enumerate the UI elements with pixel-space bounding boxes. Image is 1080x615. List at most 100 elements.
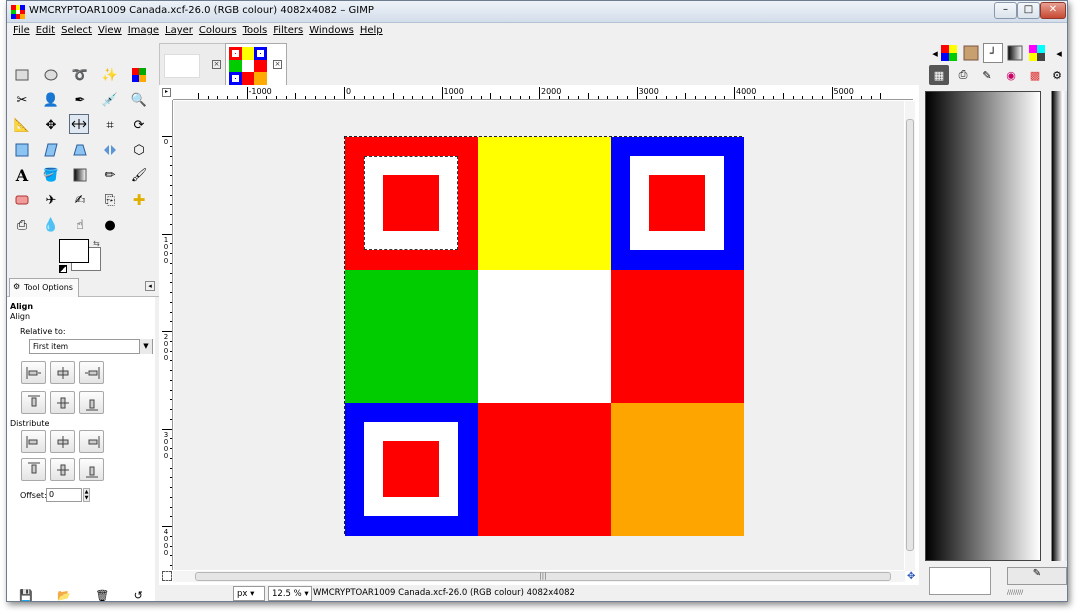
navigate-icon[interactable]: ✥: [907, 571, 919, 583]
channels-tab-icon[interactable]: ⎙: [953, 65, 973, 85]
align-bottom-button[interactable]: [79, 391, 104, 414]
save-options-icon[interactable]: 💾: [19, 589, 33, 602]
text-tool-icon[interactable]: A: [12, 165, 32, 185]
maximize-button[interactable]: □: [1017, 2, 1040, 19]
offset-field[interactable]: 0: [46, 488, 82, 502]
palette-tab-icon[interactable]: [939, 43, 959, 63]
image-tab-empty[interactable]: ×: [159, 43, 227, 85]
shear-icon[interactable]: [41, 140, 61, 160]
gradient-preview[interactable]: [925, 91, 1041, 561]
zoom-select[interactable]: 12.5 % ▾: [268, 586, 312, 601]
horizontal-ruler[interactable]: -1000 0 1000 2000 3000 4000 5000: [173, 87, 913, 100]
clone-icon[interactable]: ⎘: [100, 190, 120, 210]
image-menu-icon[interactable]: ▸: [162, 88, 171, 97]
horizontal-scrollbar[interactable]: |||: [173, 571, 905, 582]
cage-transform-icon[interactable]: ⬡: [129, 140, 149, 160]
unit-select[interactable]: px ▾: [233, 586, 265, 601]
align-middle-button[interactable]: [50, 391, 75, 414]
menu-edit[interactable]: Edit: [36, 24, 61, 40]
ellipse-select-icon[interactable]: [41, 65, 61, 85]
menu-view[interactable]: View: [98, 24, 128, 40]
delete-options-icon[interactable]: 🗑: [95, 589, 109, 602]
menu-image[interactable]: Image: [128, 24, 165, 40]
pencil-icon[interactable]: ✏: [100, 165, 120, 185]
bucket-fill-icon[interactable]: 🪣: [41, 165, 61, 185]
colormap-tab-icon[interactable]: ◉: [1001, 65, 1021, 85]
menu-help[interactable]: Help: [360, 24, 389, 40]
distribute-right-button[interactable]: [79, 430, 104, 453]
paths-icon[interactable]: ✒: [70, 90, 90, 110]
foreground-select-icon[interactable]: 👤: [41, 90, 61, 110]
vertical-scrollbar[interactable]: [905, 101, 915, 571]
distribute-bottom-button[interactable]: [79, 458, 104, 481]
edit-button[interactable]: ✎: [1007, 567, 1067, 585]
select-by-color-icon[interactable]: [129, 65, 149, 85]
airbrush-icon[interactable]: ✈: [41, 190, 61, 210]
undo-tab-icon[interactable]: ⚙: [1047, 65, 1067, 85]
scale-icon[interactable]: [12, 140, 32, 160]
color-picker-icon[interactable]: 💉: [100, 90, 120, 110]
rect-select-icon[interactable]: [12, 65, 32, 85]
measure-icon[interactable]: 📐: [12, 115, 32, 135]
align-left-button[interactable]: [21, 361, 46, 384]
fonts-tab-icon[interactable]: [1027, 43, 1047, 63]
dodge-burn-icon[interactable]: ●: [100, 215, 120, 235]
align-right-button[interactable]: [79, 361, 104, 384]
close-button[interactable]: ✕: [1040, 2, 1066, 19]
distribute-center-button[interactable]: [50, 430, 75, 453]
close-icon[interactable]: ×: [273, 60, 282, 69]
image-canvas[interactable]: [344, 136, 744, 536]
menu-select[interactable]: Select: [61, 24, 98, 40]
ink-icon[interactable]: ✍: [70, 190, 90, 210]
foreground-color[interactable]: [59, 239, 89, 263]
paths-tab-icon[interactable]: ✎: [977, 65, 997, 85]
perspective-clone-icon[interactable]: ⎙: [12, 215, 32, 235]
distribute-top-button[interactable]: [21, 458, 46, 481]
brushes-tab-icon[interactable]: ┘: [983, 43, 1003, 63]
menu-filters[interactable]: Filters: [273, 24, 309, 40]
configure-tab-icon[interactable]: ◂: [1049, 43, 1067, 63]
tab-tool-options[interactable]: ⚙ Tool Options: [9, 278, 79, 297]
canvas[interactable]: [174, 101, 904, 570]
align-tool-icon[interactable]: [69, 114, 89, 134]
vertical-ruler[interactable]: 0 1000 2000 3000 4000: [162, 100, 173, 570]
horizontal-scroll-thumb[interactable]: |||: [195, 572, 891, 581]
menu-file[interactable]: File: [13, 24, 36, 40]
menu-tools[interactable]: Tools: [243, 24, 274, 40]
quick-mask-toggle[interactable]: [162, 571, 172, 581]
blend-icon[interactable]: [70, 165, 90, 185]
menu-colours[interactable]: Colours: [199, 24, 243, 40]
image-tab-active[interactable]: ×: [225, 43, 287, 85]
restore-options-icon[interactable]: 📂: [57, 589, 71, 602]
layers-tab-icon[interactable]: ▦: [929, 65, 949, 85]
vertical-scroll-thumb[interactable]: [906, 119, 914, 551]
align-top-button[interactable]: [21, 391, 46, 414]
distribute-left-button[interactable]: [21, 430, 46, 453]
blur-icon[interactable]: 💧: [41, 215, 61, 235]
rotate-icon[interactable]: ⟳: [129, 115, 149, 135]
crop-icon[interactable]: ⌗: [100, 115, 120, 135]
lasso-icon[interactable]: ➰: [70, 65, 90, 85]
smudge-icon[interactable]: ☝: [70, 215, 90, 235]
eraser-icon[interactable]: [12, 190, 32, 210]
brush-preview[interactable]: [929, 567, 991, 595]
relative-to-select[interactable]: First item ▼: [29, 339, 153, 354]
close-icon[interactable]: ×: [212, 60, 221, 69]
distribute-middle-button[interactable]: [50, 458, 75, 481]
offset-spinner[interactable]: ▲ ▼: [83, 488, 90, 502]
dock-scrollbar[interactable]: [1051, 91, 1067, 561]
swap-colors-icon[interactable]: ⇆: [93, 239, 100, 248]
histogram-tab-icon[interactable]: ▩: [1025, 65, 1045, 85]
minimize-button[interactable]: –: [994, 2, 1017, 19]
perspective-icon[interactable]: [70, 140, 90, 160]
chevron-down-icon[interactable]: ▼: [139, 339, 152, 354]
align-center-button[interactable]: [50, 361, 75, 384]
flip-icon[interactable]: [100, 140, 120, 160]
menu-windows[interactable]: Windows: [309, 24, 360, 40]
dock-menu-icon[interactable]: ◂: [145, 281, 155, 291]
reset-options-icon[interactable]: ↺: [134, 589, 143, 602]
scissors-icon[interactable]: ✂: [12, 90, 32, 110]
gradients-tab-icon[interactable]: [1005, 43, 1025, 63]
default-colors-icon[interactable]: [59, 265, 67, 273]
patterns-tab-icon[interactable]: [961, 43, 981, 63]
